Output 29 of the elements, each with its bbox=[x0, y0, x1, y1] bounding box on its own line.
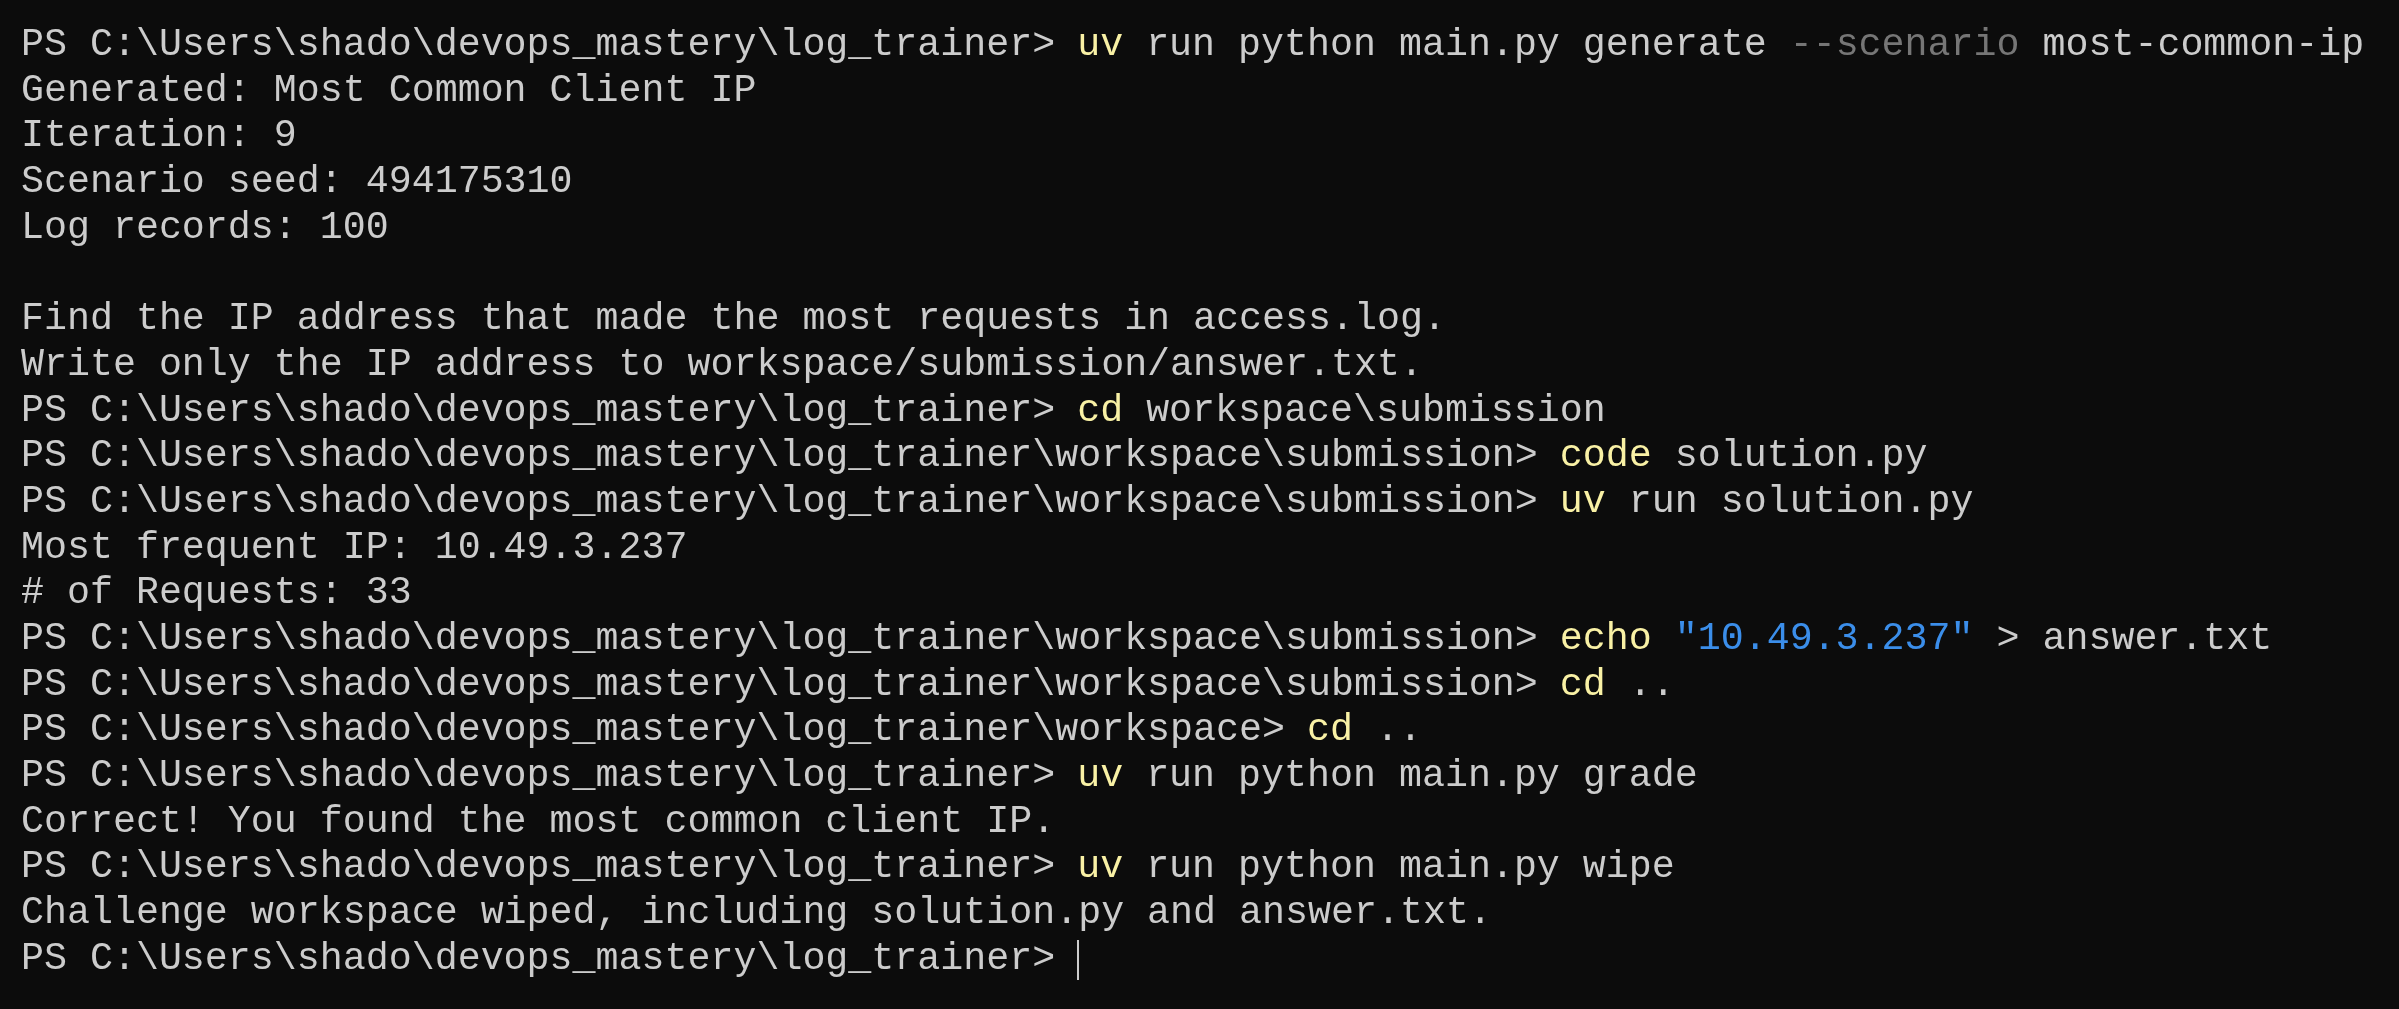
output-text: Log records: 100 bbox=[21, 205, 389, 252]
command-text: cd workspace\submission bbox=[1077, 388, 1606, 435]
prompt-text: PS C:\Users\shado\devops_mastery\log_trainer\workspace\submission> bbox=[21, 479, 1538, 526]
output-text: Most frequent IP: 10.49.3.237 bbox=[21, 525, 688, 572]
prompt-text: PS C:\Users\shado\devops_mastery\log_trainer> bbox=[21, 936, 1056, 983]
prompt-text: PS C:\Users\shado\devops_mastery\log_trainer> bbox=[21, 845, 1056, 892]
command-text: cd .. bbox=[1307, 708, 1422, 754]
output-text: Challenge workspace wiped, including solution.py and answer.txt. bbox=[21, 891, 1492, 937]
prompt-text: PS C:\Users\shado\devops_mastery\log_trainer> bbox=[21, 388, 1056, 435]
command-text: uv run python main.py wipe bbox=[1077, 845, 1675, 892]
command-text: uv run python main.py generate --scenario most-common-ip bbox=[1077, 23, 2365, 69]
prompt-text: PS C:\Users\shado\devops_mastery\log_trainer\workspace\submission> bbox=[21, 662, 1538, 709]
output-text: Iteration: 9 bbox=[21, 114, 297, 161]
prompt-text: PS C:\Users\shado\devops_mastery\log_trainer\workspace\submission> bbox=[21, 434, 1538, 480]
command-text: code solution.py bbox=[1559, 434, 1928, 480]
command-text: cd .. bbox=[1559, 662, 1675, 709]
prompt-text: PS C:\Users\shado\devops_mastery\log_trainer\workspace> bbox=[21, 708, 1285, 754]
prompt-text: PS C:\Users\shado\devops_mastery\log_trainer> bbox=[21, 754, 1056, 800]
output-text: Find the IP address that made the most requests in access.log. bbox=[21, 297, 1446, 343]
output-text: Write only the IP address to workspace/submission/answer.txt. bbox=[21, 342, 1423, 389]
command-text: uv run solution.py bbox=[1559, 479, 1974, 526]
command-text: echo "10.49.3.237" > answer.txt bbox=[1559, 616, 2273, 663]
prompt-text: PS C:\Users\shado\devops_mastery\log_trainer\workspace\submission> bbox=[21, 616, 1538, 663]
output-text: Scenario seed: 494175310 bbox=[21, 160, 573, 206]
output-text: Generated: Most Common Client IP bbox=[21, 68, 757, 115]
output-text: Correct! You found the most common client IP. bbox=[21, 799, 1056, 846]
prompt-text: PS C:\Users\shado\devops_mastery\log_trainer> bbox=[21, 23, 1056, 69]
command-text: uv run python main.py grade bbox=[1077, 754, 1698, 800]
output-text: # of Requests: 33 bbox=[21, 571, 412, 617]
